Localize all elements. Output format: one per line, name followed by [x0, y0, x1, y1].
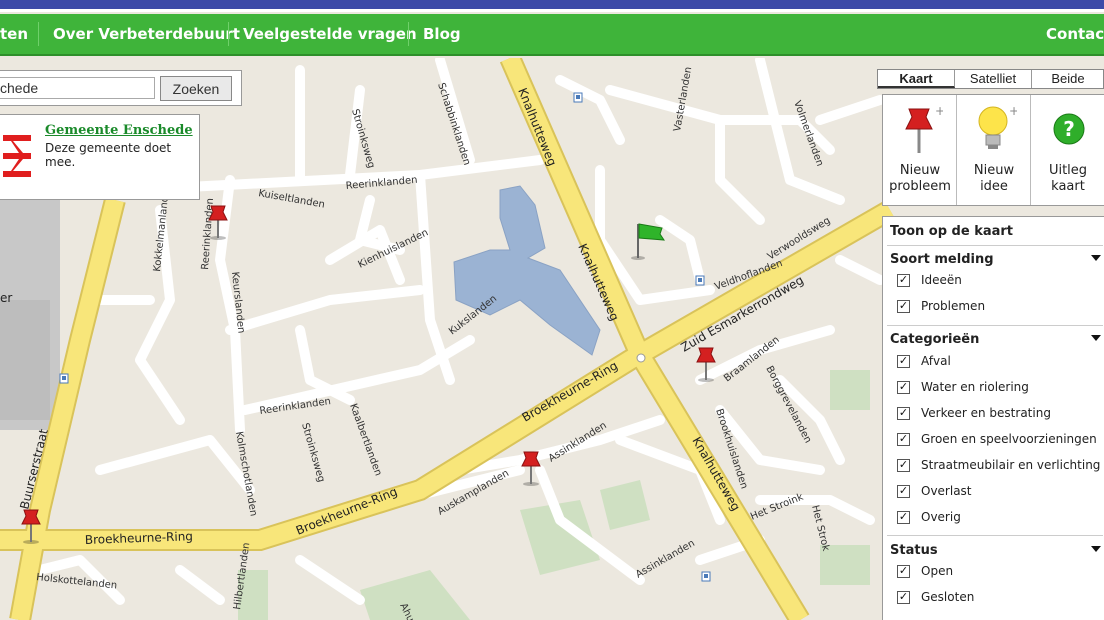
checkbox[interactable]: ✓ — [897, 591, 910, 604]
bus-stop-icon — [59, 373, 69, 384]
filter-open[interactable]: ✓ Open — [897, 563, 1103, 581]
nav-separator — [408, 22, 409, 46]
nav-separator — [228, 22, 229, 46]
map-type-kaart[interactable]: Kaart — [878, 70, 955, 88]
new-idea-label: Nieuw idee — [973, 163, 1015, 194]
street-label: Kuiseltlanden — [257, 188, 325, 211]
green-area — [820, 545, 870, 585]
roundabout — [636, 353, 646, 363]
street-label: Vasterlanden — [672, 66, 694, 133]
street-label: Broekheurne-Ring — [520, 358, 621, 424]
new-problem-button[interactable]: + Nieuw probleem — [883, 95, 957, 205]
bus-stop-icon — [695, 275, 705, 286]
problem-pin-icon[interactable] — [516, 448, 546, 488]
address-search: Zoeken — [0, 70, 242, 106]
map-type-control: Kaart Satelliet Beide — [877, 69, 1104, 89]
filter-overlast[interactable]: ✓ Overlast — [897, 483, 1103, 501]
filter-panel-title: Toon op de kaart — [890, 224, 1014, 239]
svg-text:?: ? — [1063, 117, 1075, 141]
filter-verkeer[interactable]: ✓ Verkeer en bestrating — [897, 405, 1103, 423]
street-label: Het Strok — [809, 504, 831, 552]
checkbox[interactable]: ✓ — [897, 355, 910, 368]
filter-groen[interactable]: ✓ Groen en speelvoorzieningen — [897, 431, 1103, 449]
new-idea-button[interactable]: + Nieuw idee — [957, 95, 1031, 205]
checkbox[interactable]: ✓ — [897, 565, 910, 578]
municipality-logo — [1, 127, 33, 185]
filter-gesloten[interactable]: ✓ Gesloten — [897, 589, 1103, 607]
section-title-status: Status — [890, 543, 938, 558]
filter-ideeen[interactable]: ✓ Ideeën — [897, 272, 1103, 290]
municipality-link[interactable]: Gemeente Enschede — [45, 123, 193, 138]
lightbulb-icon: + — [978, 104, 1017, 149]
problem-pin-icon[interactable] — [691, 344, 721, 384]
map-help-label: Uitleg kaart — [1048, 163, 1088, 194]
building-block — [0, 300, 50, 420]
section-title-soort: Soort melding — [890, 252, 994, 267]
map-type-satelliet[interactable]: Satelliet — [955, 70, 1032, 88]
main-navbar: ten Over Verbeterdebuurt Veelgestelde vr… — [0, 14, 1104, 56]
bus-stop-icon — [701, 571, 711, 582]
checkbox[interactable]: ✓ — [897, 511, 910, 524]
red-pin-icon: + — [905, 104, 943, 153]
checkbox[interactable]: ✓ — [897, 433, 910, 446]
green-area — [600, 480, 650, 530]
help-icon: ? — [1053, 113, 1085, 145]
svg-text:+: + — [1009, 104, 1017, 118]
nav-item-blog[interactable]: Blog — [423, 14, 461, 54]
filter-water[interactable]: ✓ Water en riolering — [897, 379, 1103, 397]
filter-afval[interactable]: ✓ Afval — [897, 353, 1103, 371]
municipality-description: Deze gemeente doet mee. — [45, 141, 172, 169]
new-problem-label: Nieuw probleem — [889, 163, 951, 194]
checkbox[interactable]: ✓ — [897, 407, 910, 420]
collapse-arrow-icon[interactable] — [1091, 255, 1101, 261]
divider — [887, 245, 1103, 246]
search-input[interactable] — [0, 77, 155, 99]
street-label: Stroinksweg — [299, 422, 326, 484]
svg-text:+: + — [935, 104, 943, 118]
street-label: er — [0, 291, 12, 305]
divider — [887, 325, 1103, 326]
checkbox[interactable]: ✓ — [897, 381, 910, 394]
filter-problemen[interactable]: ✓ Problemen — [897, 298, 1103, 316]
street-label: Assinklanden — [634, 538, 697, 581]
green-area — [360, 570, 470, 620]
bus-stop-icon — [573, 92, 583, 103]
filter-overig[interactable]: ✓ Overig — [897, 509, 1103, 527]
checkbox[interactable]: ✓ — [897, 274, 910, 287]
map-type-beide[interactable]: Beide — [1032, 70, 1104, 88]
municipality-popup: Gemeente Enschede Deze gemeente doet mee… — [0, 114, 200, 200]
checkbox[interactable]: ✓ — [897, 459, 910, 472]
divider — [887, 535, 1103, 536]
nav-separator — [38, 22, 39, 46]
filter-straatmeubilair[interactable]: ✓ Straatmeubilair en verlichting — [897, 457, 1103, 475]
top-strip — [0, 0, 1104, 12]
section-title-categorieen: Categorieën — [890, 332, 980, 347]
collapse-arrow-icon[interactable] — [1091, 546, 1101, 552]
problem-pin-icon[interactable] — [16, 506, 46, 546]
map-help-button[interactable]: ? Uitleg kaart — [1031, 95, 1104, 205]
nav-item-contact[interactable]: Contact — [1046, 14, 1104, 54]
problem-pin-icon[interactable] — [203, 202, 233, 242]
nav-item-faq[interactable]: Veelgestelde vragen — [243, 14, 417, 54]
street-label: Kaalbertlanden — [347, 402, 383, 477]
checkbox[interactable]: ✓ — [897, 300, 910, 313]
search-button[interactable]: Zoeken — [160, 76, 232, 101]
collapse-arrow-icon[interactable] — [1091, 335, 1101, 341]
green-area — [830, 370, 870, 410]
street-label: Holskottelanden — [36, 572, 118, 591]
checkbox[interactable]: ✓ — [897, 485, 910, 498]
nav-item-over[interactable]: Over Verbeterdebuurt — [53, 14, 240, 54]
map-actions: + Nieuw probleem + Nieuw idee ? Uitleg kaar… — [882, 94, 1104, 206]
filter-panel: Toon op de kaart Soort melding ✓ Ideeën ✓… — [882, 216, 1104, 620]
idea-flag-icon[interactable] — [628, 220, 668, 262]
nav-item-partial[interactable]: ten — [0, 14, 28, 54]
